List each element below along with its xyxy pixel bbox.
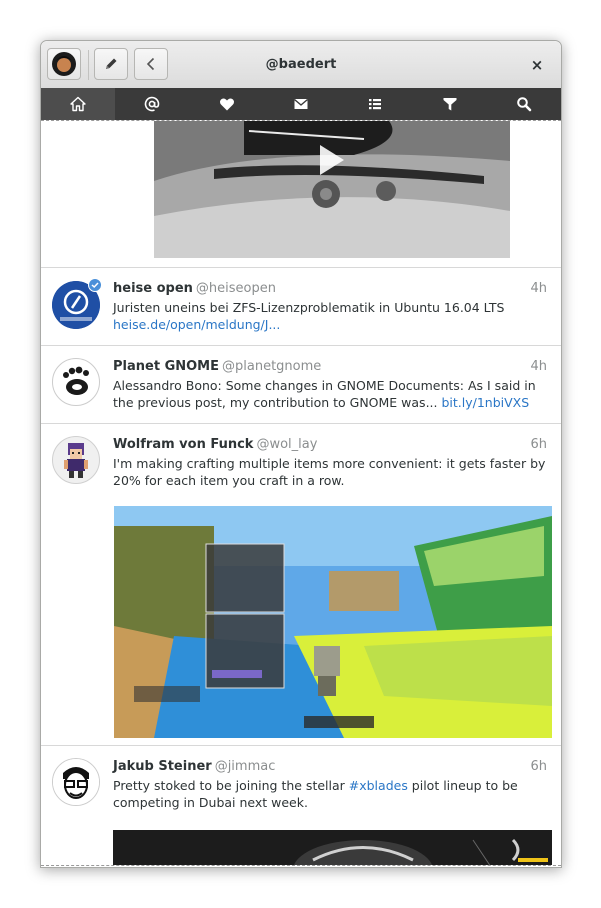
display-name[interactable]: Wolfram von Funck xyxy=(113,437,253,452)
mentions-icon xyxy=(145,96,160,112)
home-icon xyxy=(70,96,86,112)
tweet-body-start: Pretty stoked to be joining the stellar xyxy=(113,778,349,793)
header-separator xyxy=(88,50,89,80)
gnome-foot-logo xyxy=(63,366,89,395)
filters-icon xyxy=(443,98,457,111)
tab-search[interactable] xyxy=(487,88,561,120)
timestamp: 4h xyxy=(530,281,547,296)
handle[interactable]: @heiseopen xyxy=(196,281,276,296)
tab-filters[interactable] xyxy=(412,88,486,120)
search-icon xyxy=(517,97,532,112)
display-name[interactable]: heise open xyxy=(113,281,193,296)
tweet-item[interactable]: Jakub Steiner @jimmac 6h Pretty stoked to… xyxy=(41,746,561,865)
tweet-item[interactable]: Planet GNOME @planetgnome 4h Alessandro B… xyxy=(41,346,561,424)
tweet-link[interactable]: bit.ly/1nbiVXS xyxy=(441,395,529,410)
handle[interactable]: @jimmac xyxy=(215,759,276,774)
verified-badge-icon xyxy=(88,278,102,292)
chevron-left-icon xyxy=(146,57,155,71)
header-bar: @baedert × xyxy=(41,41,561,89)
tweet-text: Pretty stoked to be joining the stellar … xyxy=(113,777,549,811)
jimmac-avatar xyxy=(53,759,99,805)
timestamp: 4h xyxy=(530,359,547,374)
author-line: Jakub Steiner @jimmac xyxy=(113,759,275,774)
timestamp: 6h xyxy=(530,759,547,774)
avatar[interactable] xyxy=(52,436,100,484)
timestamp: 6h xyxy=(530,437,547,452)
favorites-icon xyxy=(219,98,234,111)
tab-home[interactable] xyxy=(41,88,116,120)
xblades-photo xyxy=(113,830,552,865)
author-line: Planet GNOME @planetgnome xyxy=(113,359,321,374)
avatar[interactable] xyxy=(52,758,100,806)
compose-button[interactable] xyxy=(94,48,128,80)
display-name[interactable]: Jakub Steiner xyxy=(113,759,212,774)
game-screenshot xyxy=(114,506,552,738)
window-title: @baedert xyxy=(265,57,337,72)
user-avatar-icon xyxy=(52,52,76,76)
author-line: heise open @heiseopen xyxy=(113,281,276,296)
lists-icon xyxy=(369,99,382,110)
tweet-text: Alessandro Bono: Some changes in GNOME D… xyxy=(113,377,549,411)
author-line: Wolfram von Funck @wol_lay xyxy=(113,437,317,452)
tweet-image[interactable] xyxy=(113,830,552,865)
avatar[interactable] xyxy=(52,358,100,406)
skateboard-photo xyxy=(154,121,510,258)
tab-lists[interactable] xyxy=(338,88,412,120)
tab-favorites[interactable] xyxy=(190,88,264,120)
tweet-text: I'm making crafting multiple items more … xyxy=(113,456,546,488)
timeline[interactable]: heise open @heiseopen 4h Juristen uneins … xyxy=(41,120,561,866)
pixel-character-avatar xyxy=(64,443,88,478)
close-button[interactable]: × xyxy=(526,54,548,76)
tweet-body: Juristen uneins bei ZFS-Lizenzproblemati… xyxy=(113,300,505,315)
account-avatar-button[interactable] xyxy=(47,48,81,80)
video-thumbnail[interactable] xyxy=(154,121,510,258)
pencil-icon xyxy=(106,58,117,69)
messages-icon xyxy=(294,98,308,109)
tab-mentions[interactable] xyxy=(115,88,189,120)
display-name[interactable]: Planet GNOME xyxy=(113,359,219,374)
tweet-image[interactable] xyxy=(114,506,552,738)
hashtag-link[interactable]: #xblades xyxy=(349,778,408,793)
tweet-link[interactable]: heise.de/open/meldung/J... xyxy=(113,317,280,332)
tweet-item[interactable]: Wolfram von Funck @wol_lay 6h I'm making … xyxy=(41,424,561,746)
play-icon[interactable] xyxy=(318,143,346,177)
app-window: @baedert × heise open @heiseopen 4h Juri… xyxy=(40,40,562,868)
tab-messages[interactable] xyxy=(264,88,338,120)
tweet-item[interactable]: heise open @heiseopen 4h Juristen uneins … xyxy=(41,268,561,346)
handle[interactable]: @wol_lay xyxy=(256,437,317,452)
tab-bar xyxy=(41,88,561,120)
back-button[interactable] xyxy=(134,48,168,80)
handle[interactable]: @planetgnome xyxy=(222,359,321,374)
tweet-text: Juristen uneins bei ZFS-Lizenzproblemati… xyxy=(113,299,549,333)
